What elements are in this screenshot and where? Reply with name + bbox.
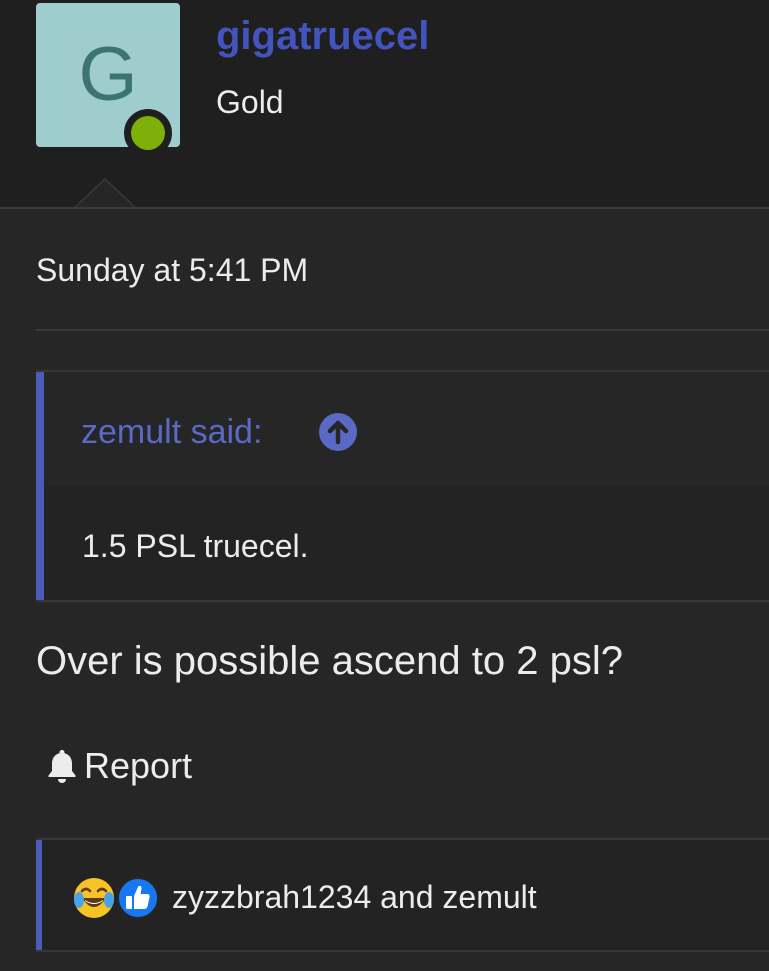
quote-header: zemult said: [44, 372, 769, 486]
quote-author-link[interactable]: zemult said: [81, 412, 262, 452]
header-divider [0, 207, 769, 209]
report-label: Report [84, 745, 193, 786]
online-status-indicator [124, 109, 172, 157]
forum-post: G gigatruecel Gold Sunday at 5:41 PM zem… [0, 0, 769, 971]
reaction-icons [72, 876, 164, 920]
avatar-letter: G [78, 32, 138, 117]
post-timestamp[interactable]: Sunday at 5:41 PM [36, 250, 308, 290]
message-text: Over is possible ascend to 2 psl? [36, 639, 623, 683]
reactions-bar[interactable]: zyzzbrah1234 and zemult [36, 838, 769, 952]
quote-block: zemult said: 1.5 PSL truecel. [36, 370, 769, 602]
laughing-crying-emoji-icon [74, 878, 114, 918]
message-pointer-arrow [72, 178, 138, 209]
arrow-up-circle-icon[interactable] [319, 413, 357, 451]
reaction-users-link[interactable]: zyzzbrah1234 and zemult [172, 877, 537, 917]
user-title: Gold [216, 84, 284, 120]
thumbs-up-icon [117, 877, 159, 919]
timestamp-divider [36, 329, 769, 331]
report-button[interactable]: Report [46, 744, 192, 788]
quote-accent-bar [36, 372, 44, 600]
user-header: G gigatruecel Gold [0, 0, 769, 209]
quote-text: 1.5 PSL truecel. [82, 528, 309, 564]
reactions-accent-bar [36, 840, 42, 950]
bell-icon [48, 750, 76, 783]
username-link[interactable]: gigatruecel [216, 12, 429, 60]
